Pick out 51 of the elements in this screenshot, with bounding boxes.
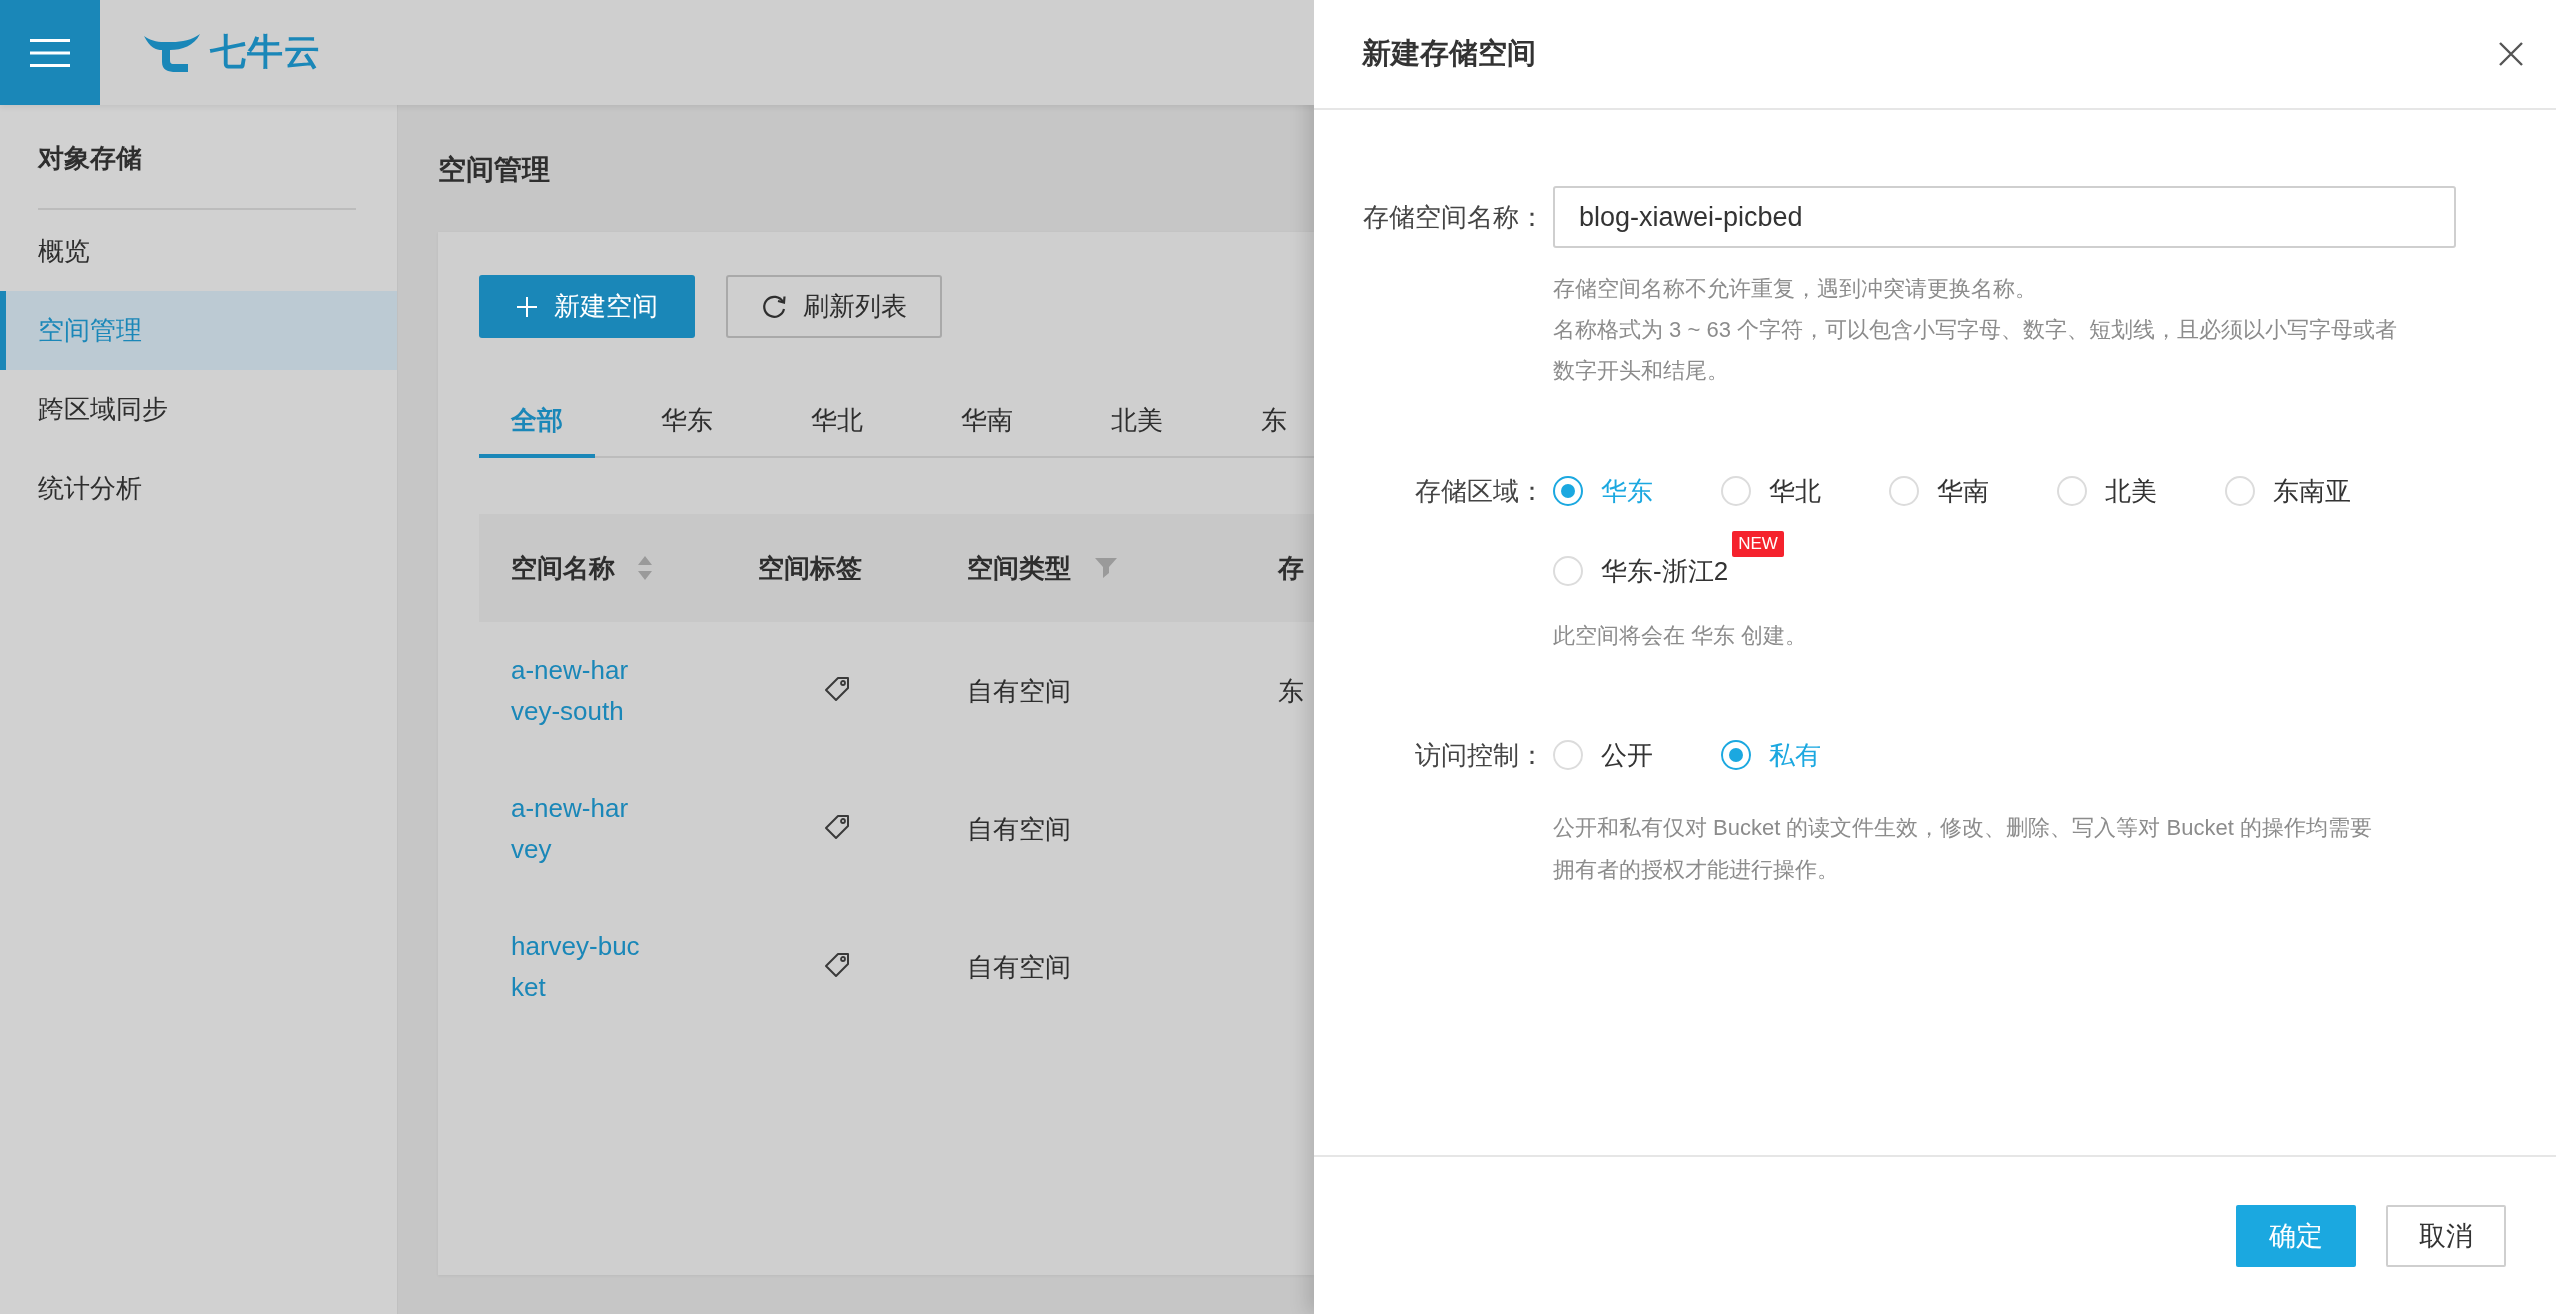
table-cell-text: 自有空间 [967,674,1071,708]
new-bucket-button[interactable]: 新建空间 [479,275,695,338]
region-tab[interactable]: 北美 [1079,382,1195,458]
column-header: 空间名称 [511,551,615,585]
hint-text: 存储空间名称不允许重复，遇到冲突请更换名称。 [1553,275,2038,303]
sort-icon[interactable] [637,555,653,581]
region-tab[interactable]: 华东 [629,382,745,458]
field-label: 存储空间名称： [1362,200,1545,234]
column-header: 存 [1278,552,1304,583]
radio-option[interactable]: 东南亚 [2225,471,2393,511]
plus-icon [516,295,538,318]
logo-text: 七牛云 [210,30,321,74]
menu-button[interactable] [0,0,100,105]
radio-button[interactable] [1721,740,1751,770]
sidebar-title: 对象存储 [38,105,356,210]
table-cell-text: 自有空间 [967,950,1071,984]
radio-option[interactable]: 华东-浙江2 [1553,551,1729,591]
table-cell-text: 自有空间 [967,812,1071,846]
bucket-name-field[interactable]: blog-xiawei-picbed [1553,186,2456,248]
radio-option[interactable]: 北美 [2057,471,2225,511]
radio-option[interactable]: 华南 [1889,471,2057,511]
region-note: 此空间将会在 华东 创建。 [1553,622,1809,650]
region-tab[interactable]: 华北 [779,382,895,458]
sidebar-item[interactable]: 跨区域同步 [0,370,397,449]
menu-icon [30,37,70,68]
close-icon [2498,41,2524,67]
table-cell: 东 [1278,675,1304,706]
tag-icon[interactable] [824,814,850,840]
sidebar-item[interactable]: 统计分析 [0,449,397,528]
tag-icon[interactable] [824,952,850,978]
sidebar-item[interactable]: 概览 [0,212,397,291]
region-tab[interactable]: 东 [1229,382,1314,458]
column-header: 空间类型 [967,551,1071,585]
radio-option[interactable]: 华北 [1721,471,1889,511]
region-tab[interactable]: 华南 [929,382,1045,458]
radio-button[interactable] [1553,476,1583,506]
logo-icon [142,31,202,74]
page-title: 空间管理 [438,153,551,187]
modal-title: 新建存储空间 [1362,36,1536,71]
refresh-button[interactable]: 刷新列表 [726,275,942,338]
filter-icon[interactable] [1095,558,1117,578]
cancel-button[interactable]: 取消 [2386,1204,2506,1267]
tag-icon[interactable] [824,676,850,702]
hint-text: 公开和私有仅对 Bucket 的读文件生效，修改、删除、写入等对 Bucket 的操作均需要拥有者的授权才能进行操作。 [1553,814,2373,884]
refresh-icon [761,293,787,320]
field-label: 访问控制： [1414,738,1545,772]
new-badge: NEW [1732,531,1784,557]
hint-text: 名称格式为 3 ~ 63 个字符，可以包含小写字母、数字、短划线，且必须以小写字母或者数字开头和结尾。 [1553,316,2398,385]
radio-option[interactable]: 公开 [1553,735,1721,775]
column-header: 空间标签 [758,552,862,583]
field-label: 存储区域： [1414,475,1545,508]
